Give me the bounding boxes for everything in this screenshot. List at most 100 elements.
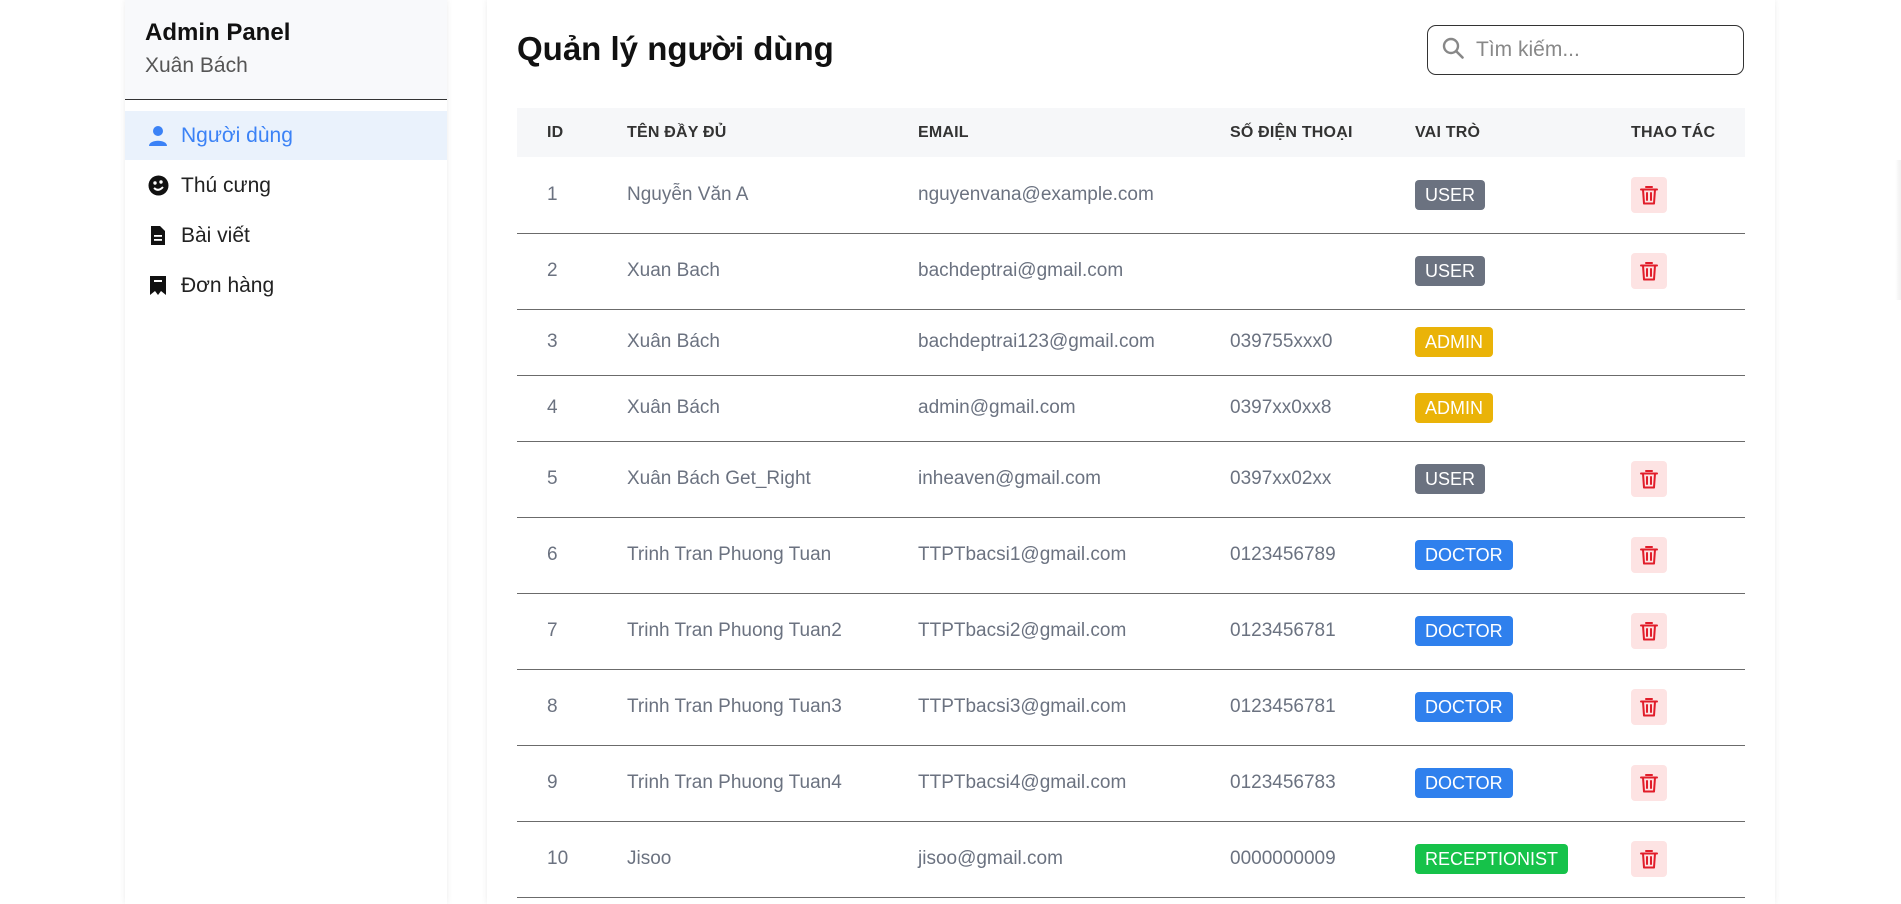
cell-actions xyxy=(1631,669,1745,745)
cell-role: DOCTOR xyxy=(1415,745,1631,821)
cell-email: TTPTbacsi1@gmail.com xyxy=(918,544,1127,565)
cell-email: inheaven@gmail.com xyxy=(918,468,1101,489)
cell-actions xyxy=(1631,517,1745,593)
search-input[interactable] xyxy=(1474,37,1728,63)
cell-email: TTPTbacsi4@gmail.com xyxy=(918,772,1127,793)
cell-id: 3 xyxy=(547,331,558,352)
delete-button[interactable] xyxy=(1631,613,1667,649)
role-badge: ADMIN xyxy=(1415,327,1493,357)
role-badge: DOCTOR xyxy=(1415,540,1513,570)
sidebar-item-pets[interactable]: Thú cưng xyxy=(125,161,447,210)
cell-role: USER xyxy=(1415,441,1631,517)
role-badge: USER xyxy=(1415,256,1486,286)
delete-button[interactable] xyxy=(1631,765,1667,801)
header-actions: THAO TÁC xyxy=(1631,123,1716,141)
delete-button[interactable] xyxy=(1631,841,1667,877)
user-icon xyxy=(147,125,169,147)
cell-email: jisoo@gmail.com xyxy=(918,848,1063,869)
delete-button[interactable] xyxy=(1631,253,1667,289)
role-badge: ADMIN xyxy=(1415,393,1493,423)
cell-role: DOCTOR xyxy=(1415,593,1631,669)
sidebar-item-posts[interactable]: Bài viết xyxy=(125,211,447,260)
table-row: 6 Trinh Tran Phuong Tuan TTPTbacsi1@gmail.… xyxy=(517,517,1745,593)
cell-id: 5 xyxy=(547,468,558,489)
cell-id: 10 xyxy=(547,848,569,869)
cell-name: Trinh Tran Phuong Tuan2 xyxy=(627,620,842,641)
pet-icon xyxy=(147,175,169,197)
cell-actions xyxy=(1631,157,1745,233)
cell-role: ADMIN xyxy=(1415,375,1631,441)
header-name: TÊN ĐẦY ĐỦ xyxy=(627,123,727,141)
trash-icon xyxy=(1640,850,1658,869)
search-box[interactable] xyxy=(1427,25,1744,75)
document-icon xyxy=(147,225,169,247)
sidebar-item-label: Thú cưng xyxy=(181,173,271,197)
order-icon xyxy=(147,275,169,297)
table-header-row: ID TÊN ĐẦY ĐỦ EMAIL SỐ ĐIỆN THOẠI VAI TR… xyxy=(517,108,1745,157)
cell-name: Xuân Bách xyxy=(627,397,720,418)
delete-button[interactable] xyxy=(1631,176,1667,213)
cell-email: TTPTbacsi3@gmail.com xyxy=(918,696,1127,717)
cell-id: 1 xyxy=(547,183,558,205)
table-row: 3 Xuân Bách bachdeptrai123@gmail.com 039755… xyxy=(517,309,1745,375)
sidebar-item-orders[interactable]: Đơn hàng xyxy=(125,261,447,310)
delete-button[interactable] xyxy=(1631,689,1667,725)
cell-email: TTPTbacsi2@gmail.com xyxy=(918,620,1127,641)
cell-role: RECEPTIONIST xyxy=(1415,821,1631,897)
cell-role: ADMIN xyxy=(1415,309,1631,375)
cell-actions xyxy=(1631,821,1745,897)
search-icon xyxy=(1442,37,1464,64)
cell-name: Nguyễn Văn A xyxy=(627,183,749,205)
role-badge: DOCTOR xyxy=(1415,692,1513,722)
cell-name: Jisoo xyxy=(627,848,672,869)
header-email: EMAIL xyxy=(918,123,969,141)
cell-phone: 0000000009 xyxy=(1230,848,1336,869)
sidebar: Admin Panel Xuân Bách Người dùng Thú cưn… xyxy=(125,0,447,904)
table-row: 2 Xuan Bach bachdeptrai@gmail.com USER xyxy=(517,233,1745,309)
cell-phone xyxy=(1230,157,1415,233)
cell-name: Trinh Tran Phuong Tuan3 xyxy=(627,696,842,717)
page-title: Quản lý người dùng xyxy=(517,30,834,67)
cell-role: USER xyxy=(1415,233,1631,309)
cell-email: nguyenvana@example.com xyxy=(918,183,1154,205)
sidebar-item-label: Đơn hàng xyxy=(181,273,275,297)
cell-actions xyxy=(1631,375,1745,441)
delete-button[interactable] xyxy=(1631,461,1667,497)
cell-actions xyxy=(1631,745,1745,821)
cell-name: Trinh Tran Phuong Tuan xyxy=(627,544,832,565)
header-role: VAI TRÒ xyxy=(1415,123,1481,141)
scroll-shadow xyxy=(1895,160,1901,300)
header-id: ID xyxy=(547,123,564,141)
cell-phone: 0123456789 xyxy=(1230,544,1336,565)
sidebar-nav: Người dùng Thú cưng Bài viết Đơn hàng xyxy=(125,111,447,310)
users-table: ID TÊN ĐẦY ĐỦ EMAIL SỐ ĐIỆN THOẠI VAI TR… xyxy=(517,108,1745,898)
table-body: 1 Nguyễn Văn A nguyenvana@example.com USER 2… xyxy=(517,157,1745,897)
cell-actions xyxy=(1631,233,1745,309)
trash-icon xyxy=(1640,774,1658,793)
cell-phone: 039755xxx0 xyxy=(1230,331,1333,352)
cell-phone: 0123456781 xyxy=(1230,620,1336,641)
role-badge: USER xyxy=(1415,179,1486,210)
role-badge: DOCTOR xyxy=(1415,616,1513,646)
role-badge: DOCTOR xyxy=(1415,768,1513,798)
table-row: 8 Trinh Tran Phuong Tuan3 TTPTbacsi3@gmail… xyxy=(517,669,1745,745)
cell-role: DOCTOR xyxy=(1415,669,1631,745)
cell-id: 6 xyxy=(547,544,558,565)
cell-name: Xuan Bach xyxy=(627,260,720,281)
sidebar-item-users[interactable]: Người dùng xyxy=(125,111,447,160)
cell-actions xyxy=(1631,593,1745,669)
cell-email: admin@gmail.com xyxy=(918,397,1076,418)
cell-role: USER xyxy=(1415,157,1631,233)
cell-phone: 0123456783 xyxy=(1230,772,1336,793)
table-row: 4 Xuân Bách admin@gmail.com 0397xx0xx8 ADMIN xyxy=(517,375,1745,441)
delete-button[interactable] xyxy=(1631,537,1667,573)
cell-phone: 0123456781 xyxy=(1230,696,1336,717)
cell-phone: 0397xx0xx8 xyxy=(1230,397,1332,418)
cell-name: Xuân Bách Get_Right xyxy=(627,468,811,489)
table-row: 9 Trinh Tran Phuong Tuan4 TTPTbacsi4@gmail… xyxy=(517,745,1745,821)
cell-email: bachdeptrai123@gmail.com xyxy=(918,331,1155,352)
role-badge: RECEPTIONIST xyxy=(1415,844,1569,874)
header-phone: SỐ ĐIỆN THOẠI xyxy=(1230,123,1353,141)
cell-id: 2 xyxy=(547,260,558,281)
trash-icon xyxy=(1640,262,1658,281)
